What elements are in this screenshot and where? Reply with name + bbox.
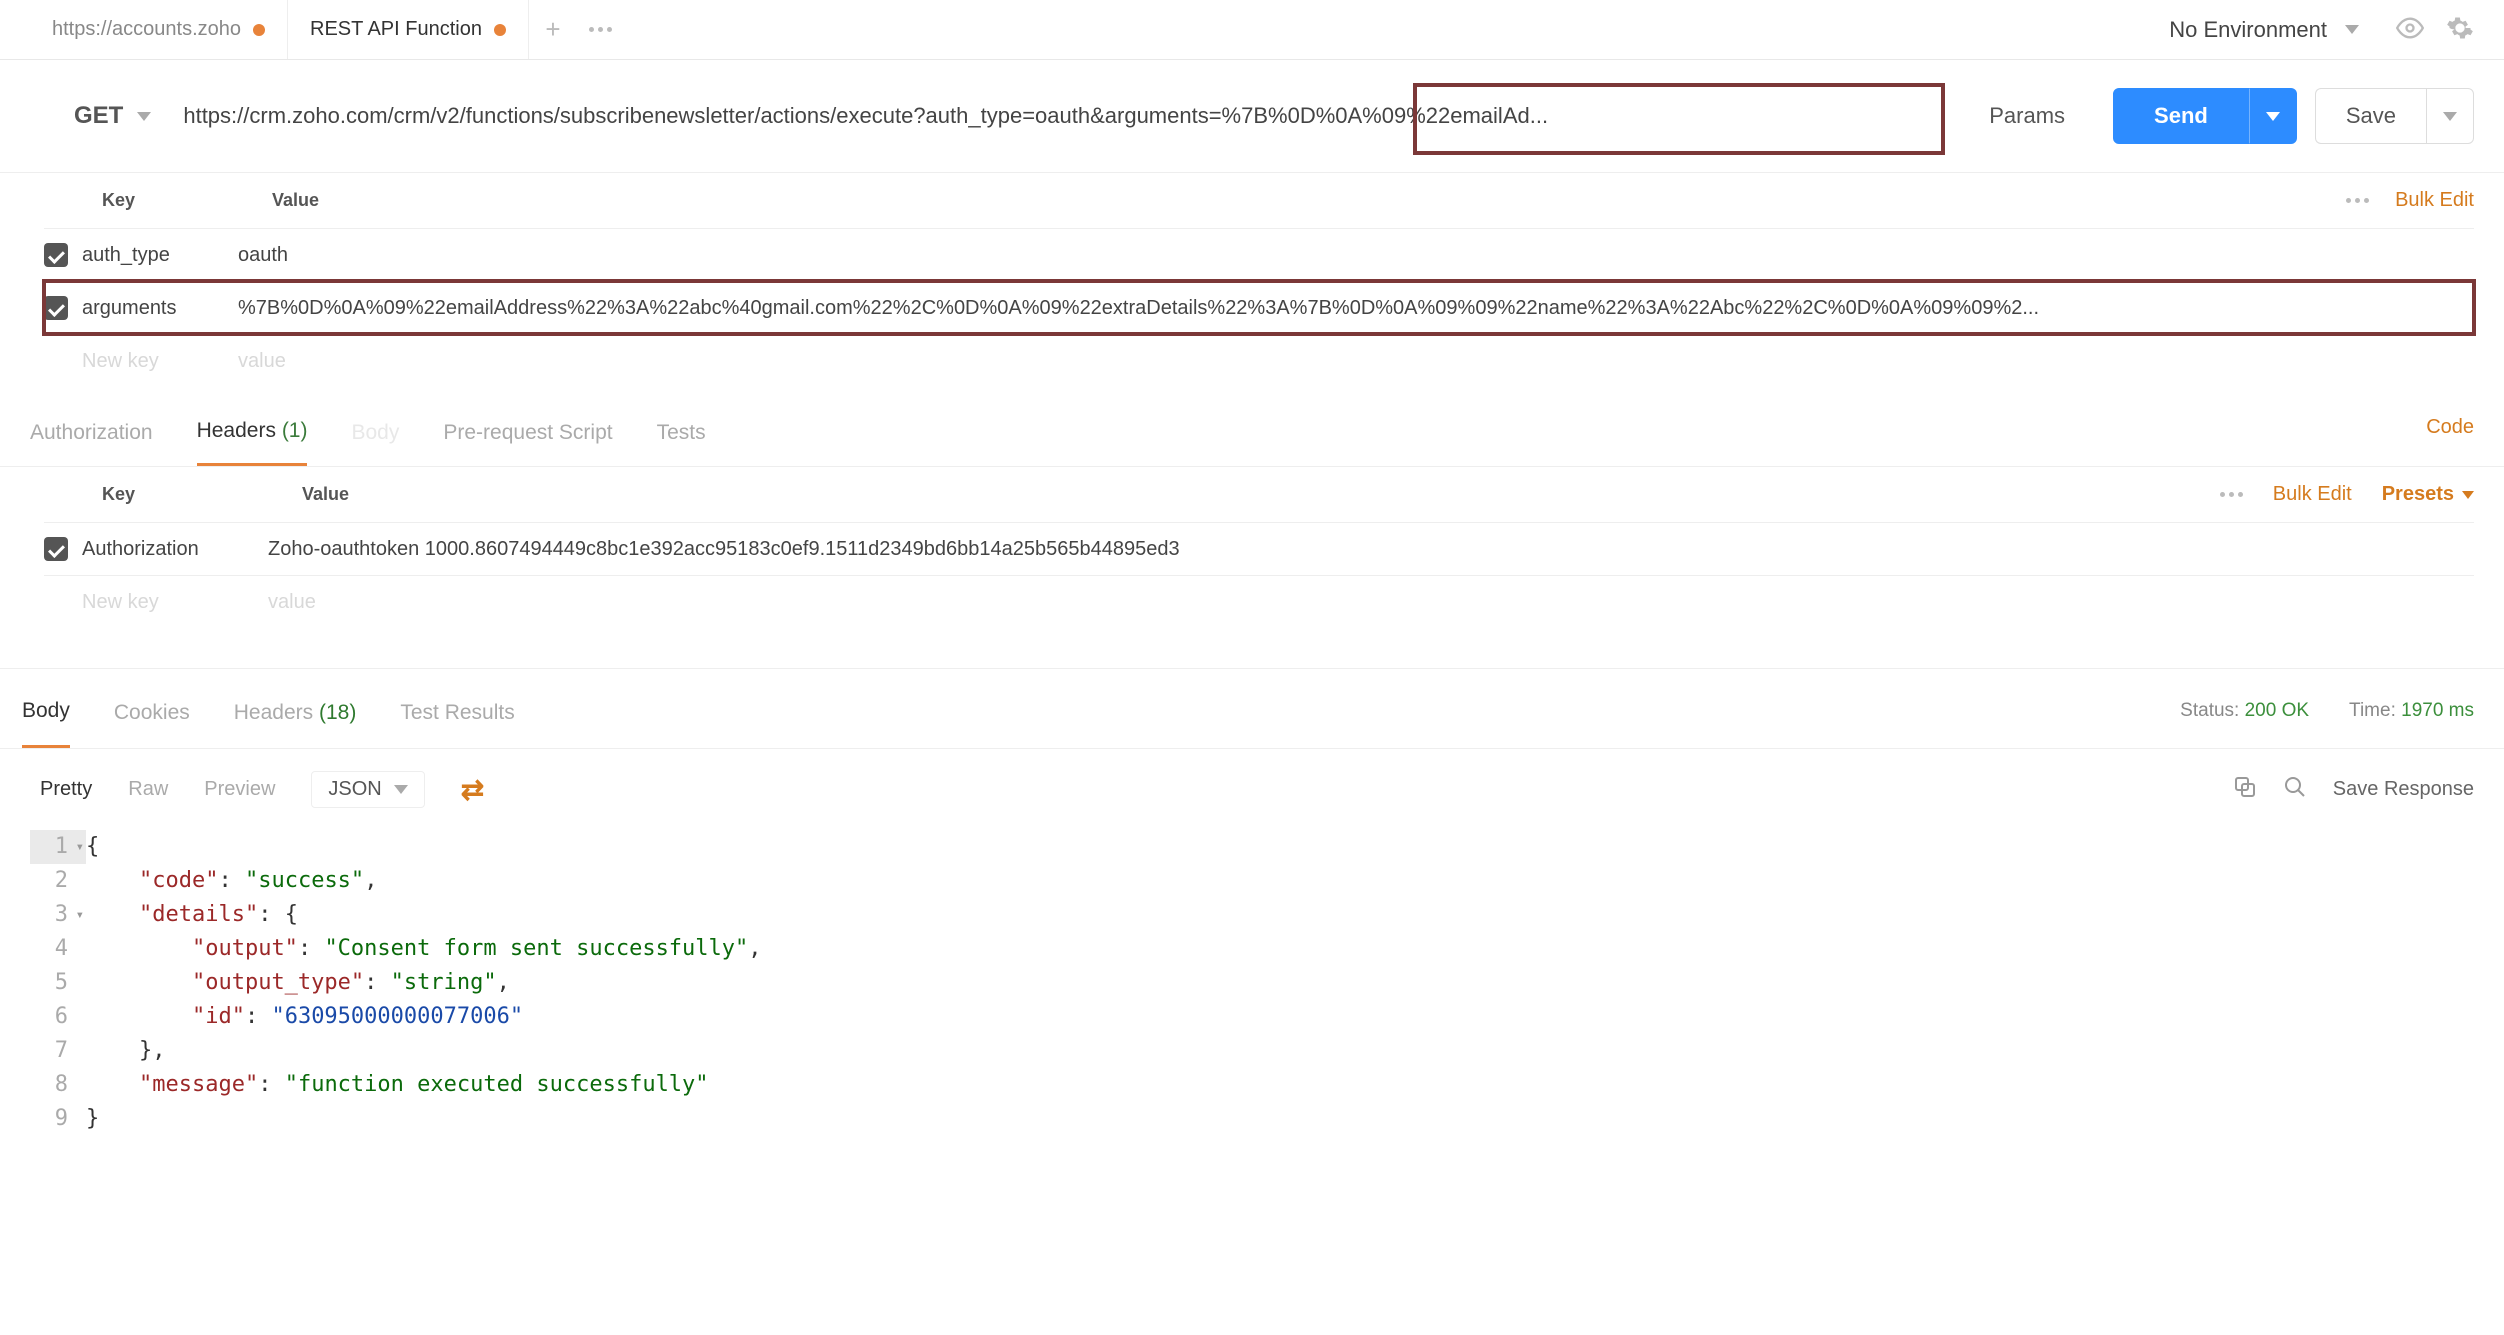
tab-label: https://accounts.zoho xyxy=(52,18,241,41)
body-mode-pretty[interactable]: Pretty xyxy=(40,778,92,801)
param-row-arguments[interactable]: arguments %7B%0D%0A%09%22emailAddress%22… xyxy=(44,281,2474,334)
params-key-header: Key xyxy=(102,190,272,211)
param-key[interactable]: arguments xyxy=(82,297,238,320)
response-tab-cookies[interactable]: Cookies xyxy=(114,697,190,747)
params-button[interactable]: Params xyxy=(1959,88,2095,144)
save-dropdown-button[interactable] xyxy=(2426,88,2474,144)
http-method-select[interactable]: GET xyxy=(60,102,165,130)
chevron-down-icon xyxy=(2345,25,2359,34)
bulk-edit-link[interactable]: Bulk Edit xyxy=(2395,189,2474,212)
request-action-row: GET https://crm.zoho.com/crm/v2/function… xyxy=(0,60,2504,173)
headers-value-header: Value xyxy=(302,484,2220,505)
header-row-placeholder[interactable]: New key value xyxy=(44,575,2474,628)
eye-icon[interactable] xyxy=(2396,14,2424,45)
tab-headers[interactable]: Headers (1) xyxy=(197,409,308,466)
copy-icon[interactable] xyxy=(2233,775,2257,805)
bulk-edit-link[interactable]: Bulk Edit xyxy=(2273,483,2352,506)
params-value-header: Value xyxy=(272,190,2346,211)
param-value-placeholder[interactable]: value xyxy=(238,350,2474,373)
checkbox[interactable] xyxy=(44,243,68,267)
header-value[interactable]: Zoho-oauthtoken 1000.8607494449c8bc1e392… xyxy=(268,538,2474,561)
response-tab-testresults[interactable]: Test Results xyxy=(400,697,514,747)
headers-key-header: Key xyxy=(102,484,302,505)
chevron-down-icon xyxy=(394,785,408,794)
response-tab-body[interactable]: Body xyxy=(22,695,70,748)
body-mode-raw[interactable]: Raw xyxy=(128,778,168,801)
headers-more-button[interactable] xyxy=(2220,492,2243,497)
environment-label: No Environment xyxy=(2169,17,2327,43)
time-label: Time: xyxy=(2349,700,2396,721)
chevron-down-icon xyxy=(137,112,151,121)
http-method-label: GET xyxy=(74,102,123,130)
triangle-down-icon xyxy=(2462,491,2474,499)
response-body-code[interactable]: 1{ 2 "code": "success", 3 "details": { 4… xyxy=(0,830,2504,1136)
status-block: Status: 200 OK xyxy=(2180,700,2309,722)
save-response-button[interactable]: Save Response xyxy=(2333,778,2474,801)
chevron-down-icon xyxy=(2266,112,2280,121)
ellipsis-icon xyxy=(589,27,612,32)
params-more-button[interactable] xyxy=(2346,198,2369,203)
param-value[interactable]: oauth xyxy=(238,244,2474,267)
header-row-authorization[interactable]: Authorization Zoho-oauthtoken 1000.86074… xyxy=(44,522,2474,575)
tab-body[interactable]: Body xyxy=(351,411,399,465)
time-block: Time: 1970 ms xyxy=(2349,700,2474,722)
tab-tests[interactable]: Tests xyxy=(657,411,706,465)
new-tab-button[interactable]: + xyxy=(529,0,577,59)
time-value: 1970 ms xyxy=(2401,700,2474,721)
body-language-select[interactable]: JSON xyxy=(311,771,424,808)
send-button[interactable]: Send xyxy=(2113,88,2249,144)
dirty-dot-icon xyxy=(494,24,506,36)
line-wrap-icon[interactable]: ⇄ xyxy=(461,773,484,806)
tab-overflow-button[interactable] xyxy=(577,0,625,59)
tab-rest-api-function[interactable]: REST API Function xyxy=(288,0,529,59)
environment-select[interactable]: No Environment xyxy=(2154,17,2374,43)
body-mode-preview[interactable]: Preview xyxy=(204,778,275,801)
tab-label: REST API Function xyxy=(310,18,482,41)
response-tab-headers[interactable]: Headers (18) xyxy=(234,697,357,747)
save-button[interactable]: Save xyxy=(2315,88,2426,144)
tab-prerequest-script[interactable]: Pre-request Script xyxy=(443,411,612,465)
tab-accounts[interactable]: https://accounts.zoho xyxy=(30,0,288,59)
chevron-down-icon xyxy=(2443,112,2457,121)
search-icon[interactable] xyxy=(2283,775,2307,805)
checkbox[interactable] xyxy=(44,296,68,320)
response-section-tabs: Body Cookies Headers (18) Test Results S… xyxy=(0,668,2504,749)
send-dropdown-button[interactable] xyxy=(2249,88,2297,144)
param-value[interactable]: %7B%0D%0A%09%22emailAddress%22%3A%22abc%… xyxy=(238,297,2474,320)
header-key[interactable]: Authorization xyxy=(82,538,268,561)
param-row-auth-type[interactable]: auth_type oauth xyxy=(44,228,2474,281)
header-key-placeholder[interactable]: New key xyxy=(82,591,268,614)
response-body-toolbar: Pretty Raw Preview JSON ⇄ Save Response xyxy=(0,749,2504,830)
param-key-placeholder[interactable]: New key xyxy=(82,350,238,373)
param-row-placeholder[interactable]: New key value xyxy=(44,334,2474,387)
params-table: Key Value Bulk Edit auth_type oauth argu… xyxy=(0,173,2504,387)
tab-authorization[interactable]: Authorization xyxy=(30,411,153,465)
presets-dropdown[interactable]: Presets xyxy=(2382,483,2474,506)
code-link[interactable]: Code xyxy=(2426,416,2474,459)
tabs-bar: https://accounts.zoho REST API Function … xyxy=(0,0,2504,60)
headers-table: Key Value Bulk Edit Presets Authorizatio… xyxy=(0,467,2504,628)
request-section-tabs: Authorization Headers (1) Body Pre-reque… xyxy=(0,387,2504,467)
header-value-placeholder[interactable]: value xyxy=(268,591,2474,614)
request-url-input[interactable]: https://crm.zoho.com/crm/v2/functions/su… xyxy=(183,103,1941,129)
request-url-text: https://crm.zoho.com/crm/v2/functions/su… xyxy=(183,103,1941,129)
checkbox[interactable] xyxy=(44,537,68,561)
status-label: Status: xyxy=(2180,700,2239,721)
status-value: 200 OK xyxy=(2245,700,2309,721)
dirty-dot-icon xyxy=(253,24,265,36)
param-key[interactable]: auth_type xyxy=(82,244,238,267)
gear-icon[interactable] xyxy=(2446,14,2474,45)
